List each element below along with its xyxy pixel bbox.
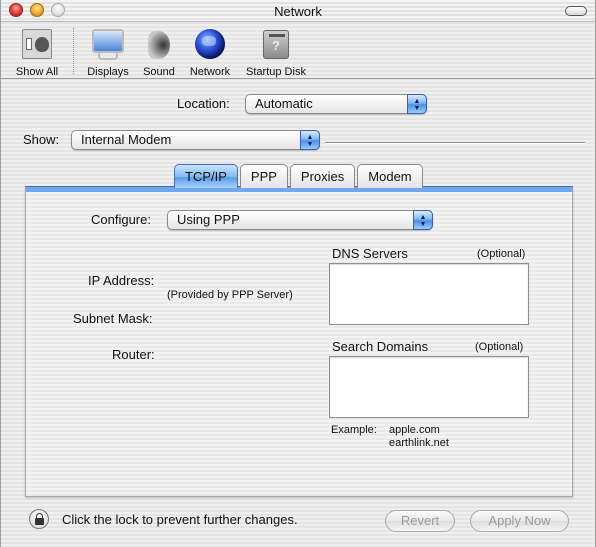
dns-servers-field[interactable] [329, 263, 529, 325]
toolbar-separator [73, 28, 74, 74]
configure-popup[interactable]: Using PPP ▲ ▼ [167, 210, 433, 230]
revert-button[interactable]: Revert [385, 510, 455, 532]
window-title: Network [274, 4, 322, 19]
toolbar-item-startup-disk[interactable]: ? Startup Disk [241, 27, 311, 78]
show-value: Internal Modem [81, 132, 172, 147]
toolbar-item-sound[interactable]: Sound [139, 27, 179, 78]
search-domains-label: Search Domains [332, 339, 429, 354]
tab-tcpip[interactable]: TCP/IP [174, 164, 238, 188]
router-label: Router: [112, 347, 155, 362]
tab-ppp[interactable]: PPP [239, 164, 288, 188]
network-preferences-window: Network Show All Displays Sound Network … [0, 0, 596, 547]
toolbar-item-label: Show All [15, 66, 59, 78]
show-separator [325, 142, 585, 144]
ip-address-label: IP Address: [88, 273, 155, 288]
configure-value: Using PPP [177, 212, 240, 227]
search-optional-label: (Optional) [475, 341, 524, 353]
search-domains-field[interactable] [329, 356, 529, 418]
show-label: Show: [23, 132, 60, 147]
toolbar: Show All Displays Sound Network ? Startu [1, 22, 595, 79]
toolbar-item-label: Startup Disk [246, 66, 306, 78]
toolbar-item-displays[interactable]: Displays [83, 27, 133, 78]
lock-status-text: Click the lock to prevent further change… [62, 512, 298, 527]
location-value: Automatic [255, 96, 313, 111]
tab-bar: TCP/IP PPP Proxies Modem [174, 164, 425, 188]
toolbar-item-show-all[interactable]: Show All [7, 27, 67, 78]
provided-by-ppp-note: (Provided by PPP Server) [167, 289, 293, 301]
toolbar-item-label: Sound [143, 66, 175, 78]
location-label: Location: [177, 96, 230, 111]
apply-now-button[interactable]: Apply Now [470, 510, 569, 532]
dns-optional-label: (Optional) [477, 248, 526, 260]
location-popup[interactable]: Automatic ▲ ▼ [245, 94, 427, 114]
toolbar-item-label: Displays [87, 66, 129, 78]
popup-arrows-icon: ▲ ▼ [300, 130, 320, 150]
toolbar-item-network[interactable]: Network [185, 27, 235, 78]
displays-icon [91, 27, 125, 61]
show-popup[interactable]: Internal Modem ▲ ▼ [71, 130, 320, 150]
toolbar-toggle-button[interactable] [565, 6, 587, 16]
example-value: earthlink.net [389, 437, 449, 449]
sound-icon [142, 27, 176, 61]
configure-label: Configure: [91, 212, 151, 227]
title-bar: Network [1, 0, 595, 22]
tab-modem[interactable]: Modem [357, 164, 423, 188]
subnet-mask-label: Subnet Mask: [73, 311, 153, 326]
example-value: apple.com [389, 424, 440, 436]
example-label: Example: [331, 424, 377, 436]
tab-proxies[interactable]: Proxies [289, 164, 356, 188]
dns-servers-label: DNS Servers [332, 246, 408, 261]
show-all-icon [20, 27, 54, 61]
popup-arrows-icon: ▲ ▼ [413, 210, 433, 230]
lock-button[interactable] [29, 509, 49, 529]
popup-arrows-icon: ▲ ▼ [407, 94, 427, 114]
network-globe-icon [193, 27, 227, 61]
toolbar-item-label: Network [189, 66, 231, 78]
startup-disk-icon: ? [259, 27, 293, 61]
